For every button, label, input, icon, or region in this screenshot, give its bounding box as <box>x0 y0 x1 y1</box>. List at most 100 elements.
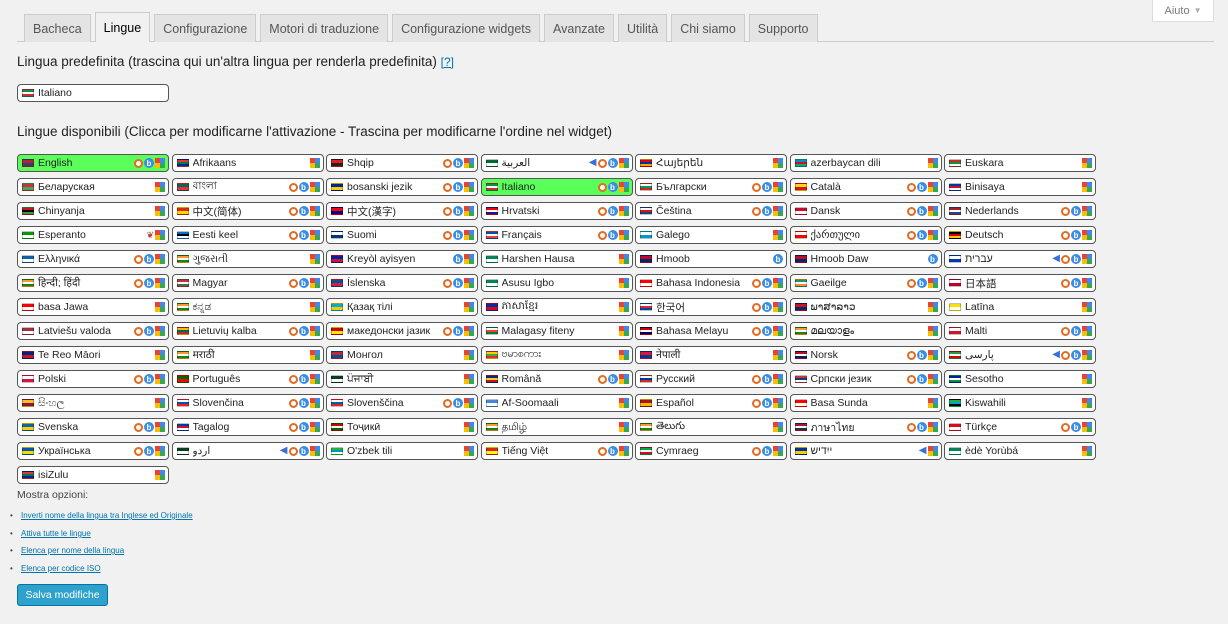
bing-engine-icon[interactable]: b <box>1071 326 1081 336</box>
language-item[interactable]: Malagasy fiteny <box>480 322 633 340</box>
apertium-engine-icon[interactable] <box>443 182 452 192</box>
language-item[interactable]: Bahasa Indonesia b <box>635 274 787 292</box>
google-engine-icon[interactable] <box>309 206 320 216</box>
language-item[interactable]: اردو ◀ b <box>171 442 324 460</box>
google-engine-icon[interactable] <box>618 350 629 360</box>
language-item[interactable]: Беларуская <box>17 178 169 196</box>
language-item[interactable]: Malti b <box>944 322 1096 340</box>
language-item[interactable]: Français b <box>480 226 633 244</box>
language-item[interactable]: Nederlands b <box>944 202 1096 220</box>
google-engine-icon[interactable] <box>309 278 320 288</box>
language-item[interactable]: Ελληνικά b <box>17 250 169 268</box>
rtl-arrow-icon[interactable]: ◀ <box>280 446 288 456</box>
google-engine-icon[interactable] <box>1082 350 1092 360</box>
google-engine-icon[interactable] <box>927 350 938 360</box>
google-engine-icon[interactable] <box>773 206 783 216</box>
language-item[interactable]: Basa Sunda <box>789 394 942 412</box>
google-engine-icon[interactable] <box>618 326 629 336</box>
save-button[interactable]: Salva modifiche <box>17 584 108 606</box>
language-item[interactable]: Dansk b <box>789 202 942 220</box>
apertium-engine-icon[interactable] <box>288 230 298 240</box>
bing-engine-icon[interactable]: b <box>1071 206 1081 216</box>
language-item[interactable]: Čeština b <box>635 202 787 220</box>
language-item[interactable]: ייִדיש ◀ <box>789 442 942 460</box>
google-engine-icon[interactable] <box>309 350 320 360</box>
google-engine-icon[interactable] <box>155 230 165 240</box>
google-engine-icon[interactable] <box>773 374 783 384</box>
google-engine-icon[interactable] <box>618 254 629 264</box>
tab-5[interactable]: Avanzate <box>544 14 614 42</box>
language-item[interactable]: ਪੰਜਾਬੀ <box>326 370 478 388</box>
bing-engine-icon[interactable]: b <box>144 158 154 168</box>
language-item[interactable]: 日本語 b <box>944 274 1096 292</box>
apertium-engine-icon[interactable] <box>288 206 298 216</box>
google-engine-icon[interactable] <box>155 182 165 192</box>
apertium-engine-icon[interactable] <box>134 158 143 168</box>
google-engine-icon[interactable] <box>618 446 629 456</box>
bing-engine-icon[interactable]: b <box>453 278 463 288</box>
apertium-engine-icon[interactable] <box>752 302 761 312</box>
language-item[interactable]: 中文(简体) b <box>171 202 324 220</box>
bing-engine-icon[interactable]: b <box>453 182 463 192</box>
language-item[interactable]: O'zbek tili <box>326 442 478 460</box>
google-engine-icon[interactable] <box>773 278 783 288</box>
language-item[interactable]: Cymraeg b <box>635 442 787 460</box>
language-item[interactable]: Sesotho <box>944 370 1096 388</box>
language-item[interactable]: پارسی ◀ b <box>944 346 1096 364</box>
apertium-engine-icon[interactable] <box>288 182 298 192</box>
apertium-engine-icon[interactable] <box>752 398 761 408</box>
language-item[interactable]: සිංහල <box>17 394 169 412</box>
google-engine-icon[interactable] <box>464 254 474 264</box>
language-item[interactable]: Тоҷикӣ <box>326 418 478 436</box>
tab-3[interactable]: Motori di traduzione <box>260 14 389 42</box>
google-engine-icon[interactable] <box>618 182 629 192</box>
bing-engine-icon[interactable]: b <box>916 350 927 360</box>
apertium-engine-icon[interactable] <box>1061 254 1070 264</box>
google-engine-icon[interactable] <box>464 374 474 384</box>
language-item[interactable]: Монгол <box>326 346 478 364</box>
rtl-arrow-icon[interactable]: ◀ <box>589 158 597 168</box>
language-item[interactable]: বাংলা b <box>171 178 324 196</box>
language-item[interactable]: עברית ◀ b <box>944 250 1096 268</box>
bing-engine-icon[interactable]: b <box>144 326 154 336</box>
language-item[interactable]: Af-Soomaali <box>480 394 633 412</box>
google-engine-icon[interactable] <box>618 302 629 312</box>
language-item[interactable]: Українська b <box>17 442 169 460</box>
google-engine-icon[interactable] <box>155 422 165 432</box>
apertium-engine-icon[interactable] <box>597 374 607 384</box>
google-engine-icon[interactable] <box>1082 422 1092 432</box>
language-item[interactable]: Euskara <box>944 154 1096 172</box>
bing-engine-icon[interactable]: b <box>916 374 927 384</box>
apertium-engine-icon[interactable] <box>443 158 452 168</box>
bing-engine-icon[interactable]: b <box>298 278 309 288</box>
apertium-engine-icon[interactable] <box>597 158 607 168</box>
google-engine-icon[interactable] <box>618 230 629 240</box>
google-engine-icon[interactable] <box>155 278 165 288</box>
bing-engine-icon[interactable]: b <box>298 206 309 216</box>
google-engine-icon[interactable] <box>464 158 474 168</box>
google-engine-icon[interactable] <box>618 158 629 168</box>
bing-engine-icon[interactable]: b <box>298 398 309 408</box>
language-item[interactable]: Eesti keel b <box>171 226 324 244</box>
google-engine-icon[interactable] <box>309 158 320 168</box>
bing-engine-icon[interactable]: b <box>453 230 463 240</box>
language-item[interactable]: Slovenčina b <box>171 394 324 412</box>
apertium-engine-icon[interactable] <box>134 446 143 456</box>
google-engine-icon[interactable] <box>618 374 629 384</box>
apertium-engine-icon[interactable] <box>906 230 916 240</box>
language-item[interactable]: Română b <box>480 370 633 388</box>
google-engine-icon[interactable] <box>927 302 938 312</box>
google-engine-icon[interactable] <box>155 350 165 360</box>
google-engine-icon[interactable] <box>618 206 629 216</box>
google-engine-icon[interactable] <box>1082 374 1092 384</box>
bing-engine-icon[interactable]: b <box>453 326 463 336</box>
google-engine-icon[interactable] <box>155 446 165 456</box>
google-engine-icon[interactable] <box>927 158 938 168</box>
apertium-engine-icon[interactable] <box>597 446 607 456</box>
apertium-engine-icon[interactable] <box>443 230 452 240</box>
bing-engine-icon[interactable]: b <box>298 230 309 240</box>
language-item[interactable]: Gaeilge b <box>789 274 942 292</box>
language-item[interactable]: Español b <box>635 394 787 412</box>
option-link[interactable]: Inverti nome della lingua tra Inglese ed… <box>10 511 193 520</box>
google-engine-icon[interactable] <box>773 230 783 240</box>
